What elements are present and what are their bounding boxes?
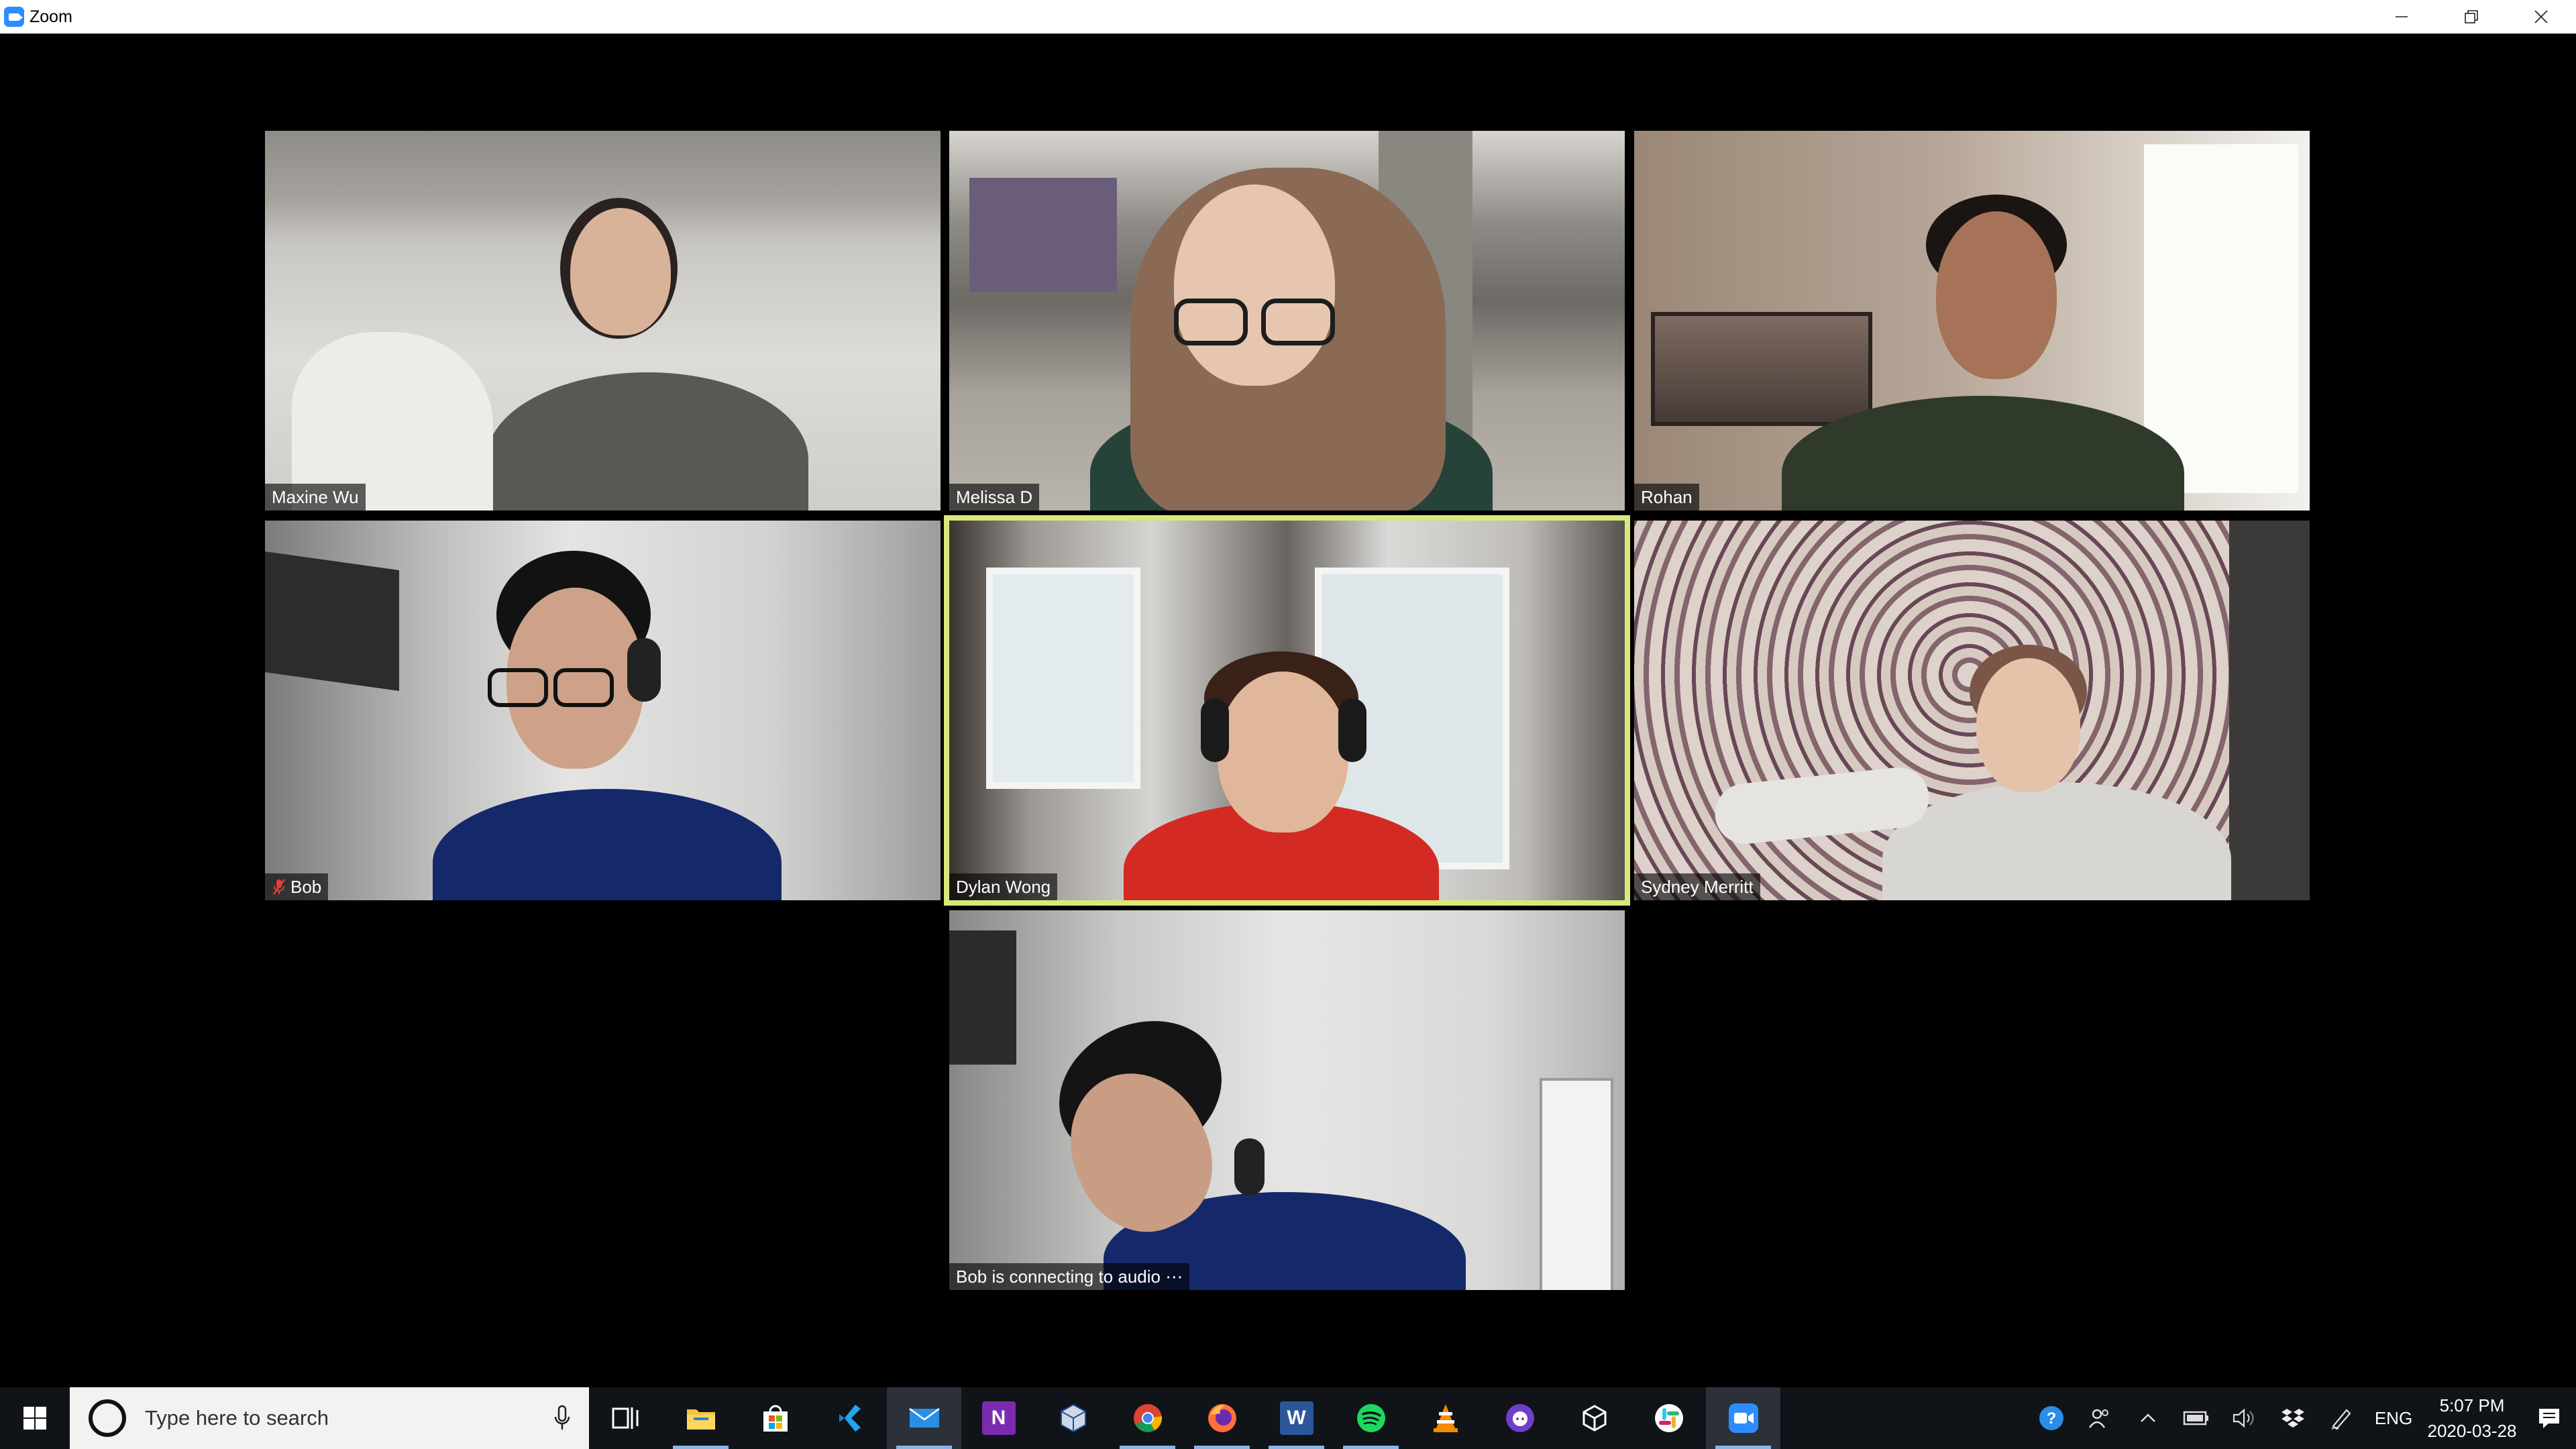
taskbar-app-virtualbox[interactable] [1036,1387,1110,1449]
slack-icon [1652,1401,1686,1435]
taskbar-app-chrome[interactable] [1110,1387,1185,1449]
taskbar-apps: N W [589,1387,1780,1449]
dropbox-icon[interactable] [2269,1387,2317,1449]
task-view-button[interactable] [589,1387,663,1449]
onenote-icon: N [981,1401,1016,1435]
video-tile-melissa-d[interactable]: Melissa D [949,131,1625,511]
help-icon[interactable]: ? [2027,1387,2076,1449]
minimize-button[interactable] [2367,0,2436,34]
zoom-app-icon [4,7,24,27]
virtualbox-icon [1057,1401,1090,1435]
minimize-icon [2396,16,2408,17]
clock-date: 2020-03-28 [2427,1421,2517,1441]
svg-text:?: ? [2047,1409,2057,1428]
pen-icon[interactable] [2317,1387,2365,1449]
close-button[interactable] [2506,0,2576,34]
participant-name: Bob [290,876,322,897]
taskbar-app-spotify[interactable] [1334,1387,1408,1449]
word-icon: W [1279,1401,1313,1435]
taskbar-app-word[interactable]: W [1259,1387,1334,1449]
window-title: Zoom [30,7,72,26]
battery-icon[interactable] [2172,1387,2220,1449]
windows-logo-icon [23,1407,46,1430]
taskbar-app-file-explorer[interactable] [663,1387,738,1449]
muted-microphone-icon [272,879,286,895]
taskbar-search-box[interactable]: Type here to search [70,1387,589,1449]
participant-name-tag: Melissa D [949,484,1040,511]
notification-icon [2539,1409,2559,1428]
participant-name: Melissa D [956,486,1033,507]
chrome-icon [1131,1401,1165,1435]
store-bag-icon [759,1401,792,1435]
action-center-button[interactable] [2522,1407,2576,1430]
video-tile-dylan-wong[interactable]: Dylan Wong [944,515,1630,906]
taskbar-app-firefox[interactable] [1185,1387,1259,1449]
participant-name: Maxine Wu [272,486,359,507]
close-icon [2534,10,2548,23]
vscode-icon [833,1401,867,1435]
vlc-cone-icon [1429,1401,1462,1435]
restore-button[interactable] [2436,0,2506,34]
taskbar-app-onenote[interactable]: N [961,1387,1036,1449]
participant-name: Dylan Wong [956,876,1051,897]
cortana-icon [89,1399,126,1437]
participant-name-tag: Bob [265,873,329,900]
video-tile-maxine-wu[interactable]: Maxine Wu [265,131,941,511]
unity-icon [1578,1401,1611,1435]
video-tile-bob-connecting[interactable]: Bob is connecting to audio ⋯ [949,910,1625,1290]
folder-icon [684,1401,718,1435]
participant-name-tag: Sydney Merritt [1634,873,1760,900]
windows-taskbar: Type here to search N W ? ENG 5:07 PM 20… [0,1387,2576,1449]
zoom-icon [1727,1401,1760,1435]
participant-name-tag: Maxine Wu [265,484,366,511]
participant-name-tag: Dylan Wong [949,873,1058,900]
input-language-indicator[interactable]: ENG [2365,1387,2422,1449]
taskbar-app-vlc[interactable] [1408,1387,1483,1449]
microphone-icon[interactable] [535,1405,589,1432]
taskbar-clock[interactable]: 5:07 PM 2020-03-28 [2422,1393,2522,1444]
window-titlebar: Zoom [0,0,2576,34]
task-view-icon [610,1401,643,1435]
window-controls [2367,0,2576,34]
taskbar-app-unity[interactable] [1557,1387,1631,1449]
clock-time: 5:07 PM [2439,1395,2505,1415]
start-button[interactable] [0,1387,70,1449]
people-icon[interactable] [2076,1387,2124,1449]
video-tile-rohan[interactable]: Rohan [1634,131,2310,511]
taskbar-app-github-desktop[interactable] [1483,1387,1557,1449]
system-tray: ? ENG 5:07 PM 2020-03-28 [2027,1387,2576,1449]
participant-name: Rohan [1641,486,1693,507]
video-tile-bob[interactable]: Bob [265,521,941,900]
participant-name-tag: Rohan [1634,484,1699,511]
taskbar-app-zoom[interactable] [1706,1387,1780,1449]
firefox-icon [1205,1401,1239,1435]
search-placeholder: Type here to search [145,1406,329,1430]
taskbar-app-mail[interactable] [887,1387,961,1449]
mail-icon [908,1401,941,1435]
github-icon [1503,1401,1537,1435]
participant-name: Sydney Merritt [1641,876,1754,897]
taskbar-app-microsoft-store[interactable] [738,1387,812,1449]
participant-name-tag: Bob is connecting to audio ⋯ [949,1263,1190,1290]
video-tile-sydney-merritt[interactable]: Sydney Merritt [1634,521,2310,900]
restore-icon [2465,10,2478,23]
chevron-up-icon[interactable] [2124,1387,2172,1449]
taskbar-app-slack[interactable] [1631,1387,1706,1449]
spotify-icon [1354,1401,1388,1435]
volume-icon[interactable] [2220,1387,2269,1449]
taskbar-app-vscode[interactable] [812,1387,887,1449]
participant-status: Bob is connecting to audio ⋯ [956,1266,1183,1287]
